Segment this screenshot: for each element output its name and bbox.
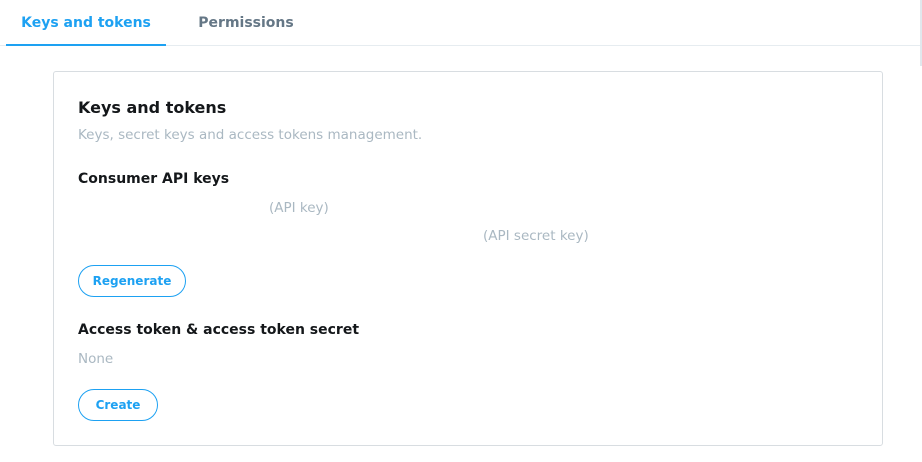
access-token-value: None: [78, 351, 114, 367]
api-secret-key-label: (API secret key): [483, 228, 589, 244]
consumer-api-keys-title: Consumer API keys: [78, 171, 230, 187]
api-key-label: (API key): [269, 200, 329, 216]
regenerate-button[interactable]: Regenerate: [78, 265, 186, 297]
tab-bar: Keys and tokens Permissions: [0, 0, 922, 46]
tab-permissions[interactable]: Permissions: [166, 0, 326, 46]
app-page: Keys and tokens Permissions Keys and tok…: [0, 0, 922, 462]
access-token-title: Access token & access token secret: [78, 322, 360, 338]
card-subtitle: Keys, secret keys and access tokens mana…: [78, 127, 423, 143]
tab-keys-and-tokens[interactable]: Keys and tokens: [6, 0, 166, 46]
keys-and-tokens-card: Keys and tokens Keys, secret keys and ac…: [53, 71, 883, 446]
create-button[interactable]: Create: [78, 389, 158, 421]
card-title: Keys and tokens: [78, 98, 227, 117]
